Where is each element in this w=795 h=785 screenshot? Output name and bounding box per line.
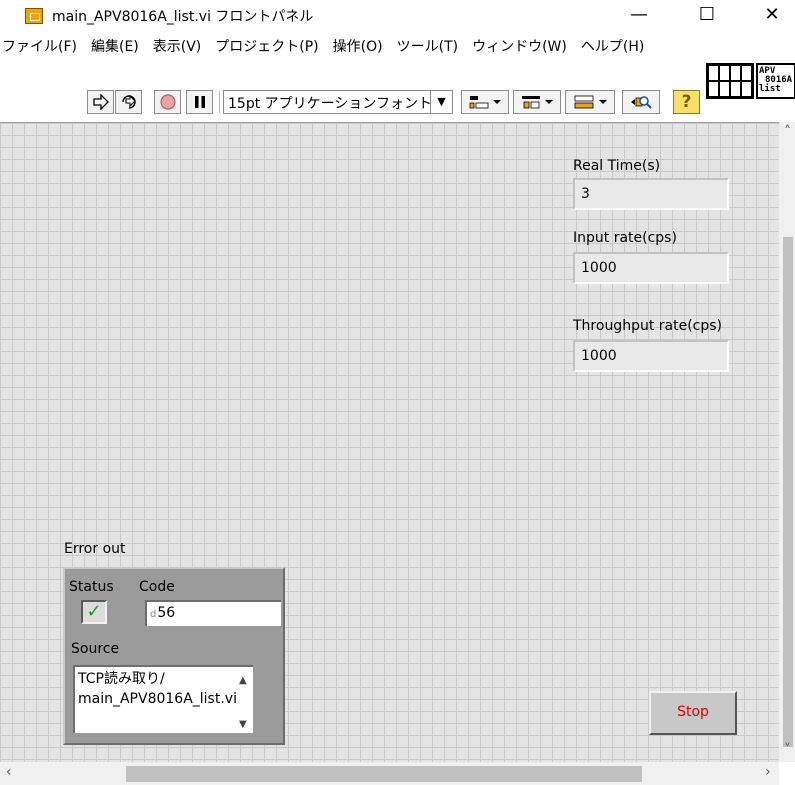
labview-app-icon — [25, 8, 43, 24]
reorder-icon[interactable] — [622, 90, 660, 114]
code-label: Code — [139, 579, 175, 595]
connector-pane[interactable] — [706, 63, 754, 99]
chevron-up-icon[interactable]: ▲ — [239, 671, 247, 691]
status-label: Status — [69, 579, 114, 595]
menu-window[interactable]: ウィンドウ(W) — [465, 33, 574, 57]
menu-file[interactable]: ファイル(F) — [0, 33, 84, 57]
scroll-right-icon[interactable]: › — [765, 764, 771, 780]
code-value: 56 — [157, 605, 176, 621]
source-label: Source — [71, 641, 120, 657]
run-continuously-icon[interactable] — [115, 90, 142, 114]
menu-operate[interactable]: 操作(O) — [326, 33, 390, 57]
menu-tools[interactable]: ツール(T) — [390, 33, 465, 57]
close-button[interactable]: ✕ — [749, 0, 795, 30]
source-indicator: TCP読み取り/ main_APV8016A_list.vi ▲ ▼ — [73, 665, 253, 733]
font-select-value: 15pt アプリケーションフォント — [228, 96, 432, 112]
chevron-down-icon: ▼ — [430, 91, 452, 113]
error-out-cluster: Status Code ✓ d56 Source TCP読み取り/ main_A… — [63, 567, 285, 745]
scroll-down-icon[interactable]: ˅ — [784, 742, 791, 758]
menu-edit[interactable]: 編集(E) — [84, 33, 146, 57]
distribute-objects-icon[interactable] — [513, 90, 561, 114]
run-arrow-icon[interactable] — [87, 90, 114, 114]
pause-icon[interactable] — [186, 90, 213, 114]
scroll-left-icon[interactable]: ‹ — [6, 764, 12, 780]
source-scrollbar[interactable]: ▲ ▼ — [235, 667, 253, 731]
horizontal-scroll-thumb[interactable] — [126, 766, 642, 782]
real-time-label: Real Time(s) — [573, 158, 661, 174]
minimize-button[interactable]: — — [616, 0, 662, 30]
code-indicator: d56 — [145, 600, 281, 626]
title-bar: main_APV8016A_list.vi フロントパネル — ☐ ✕ — [0, 0, 795, 30]
radix-indicator: d — [150, 609, 157, 620]
input-rate-label: Input rate(cps) — [573, 230, 677, 246]
window-title: main_APV8016A_list.vi フロントパネル — [52, 9, 314, 25]
vertical-scroll-thumb[interactable] — [783, 237, 793, 747]
toolbar: 15pt アプリケーションフォント ▼ ? — [0, 88, 706, 118]
scroll-up-icon[interactable]: ˄ — [784, 124, 791, 140]
throughput-rate-label: Throughput rate(cps) — [573, 318, 723, 334]
menu-project[interactable]: プロジェクト(P) — [208, 33, 325, 57]
stop-button[interactable]: Stop — [649, 691, 737, 735]
error-out-label: Error out — [64, 541, 126, 557]
source-line-1: TCP読み取り/ — [78, 671, 165, 687]
menu-bar: ファイル(F) 編集(E) 表示(V) プロジェクト(P) 操作(O) ツール(… — [0, 33, 706, 57]
abort-icon[interactable] — [154, 90, 181, 114]
real-time-indicator: 3 — [573, 178, 729, 210]
source-line-2: main_APV8016A_list.vi — [78, 691, 237, 707]
menu-view[interactable]: 表示(V) — [146, 33, 209, 57]
front-panel: Real Time(s) 3 Input rate(cps) 1000 Thro… — [0, 122, 779, 762]
resize-objects-icon[interactable] — [565, 90, 615, 114]
font-select[interactable]: 15pt アプリケーションフォント ▼ — [223, 90, 453, 114]
context-help-icon[interactable]: ? — [673, 90, 700, 114]
align-objects-icon[interactable] — [461, 90, 509, 114]
vi-icon[interactable]: APV 8016A list — [756, 63, 795, 99]
maximize-button[interactable]: ☐ — [684, 0, 730, 30]
throughput-rate-indicator: 1000 — [573, 340, 729, 372]
menu-help[interactable]: ヘルプ(H) — [574, 33, 651, 57]
check-mark-icon: ✓ — [81, 600, 107, 624]
input-rate-indicator: 1000 — [573, 252, 729, 284]
chevron-down-icon[interactable]: ▼ — [239, 715, 247, 733]
